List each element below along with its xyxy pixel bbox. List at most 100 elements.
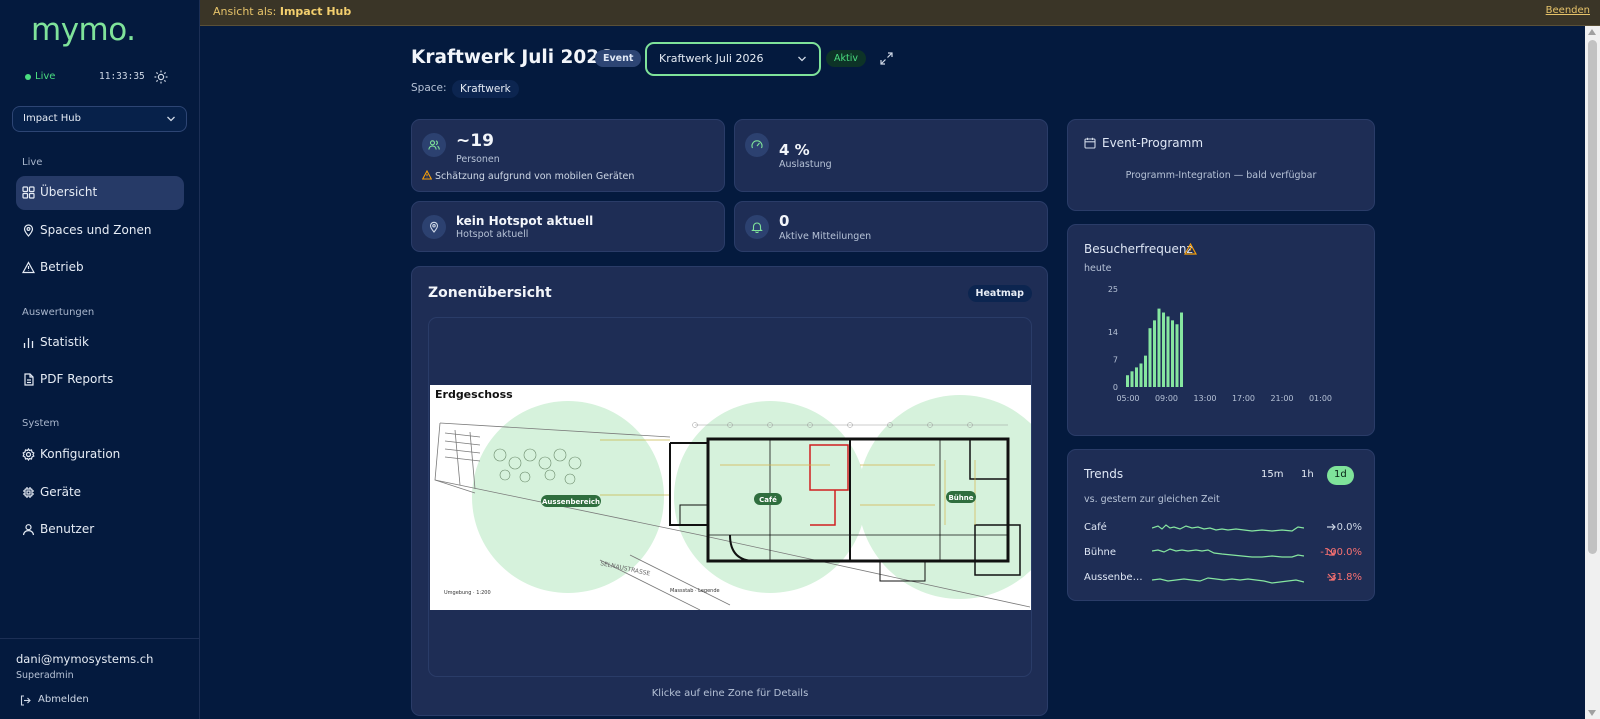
app-logo[interactable]: mymo. [31,12,136,48]
scroll-up-icon[interactable] [1588,29,1596,35]
x-tick-label: 05:00 [1116,394,1139,403]
sidebar-item-label: Spaces und Zonen [40,223,152,237]
sidebar-item-pdf-reports[interactable]: PDF Reports [16,363,184,397]
sidebar-item-spaces-und-zonen[interactable]: Spaces und Zonen [16,214,184,248]
floorplan-footnote: Umgebung · 1:200 [444,590,491,596]
organization-select-value: Impact Hub [23,113,81,124]
frequency-bar[interactable] [1162,312,1165,387]
banner-text: Ansicht als: Impact Hub [213,5,351,18]
event-type-badge: Event [595,50,642,67]
live-status-row: Live 11:33:35 [24,70,174,86]
scrollbar-thumb[interactable] [1588,40,1597,554]
hotspot-card: kein Hotspot aktuell Hotspot aktuell [411,201,725,252]
sidebar-item-label: Übersicht [40,185,98,199]
organization-select[interactable]: Impact Hub [12,106,187,132]
sidebar-item-benutzer[interactable]: Benutzer [16,513,184,547]
frequency-bar[interactable] [1180,312,1183,387]
trend-row[interactable]: Aussenbereich -31.8% [1084,570,1362,586]
trend-zone-name: Bühne [1084,547,1117,558]
hotspot-value: kein Hotspot aktuell [456,214,594,228]
heatmap-toggle[interactable]: Heatmap [967,285,1032,302]
event-select[interactable]: Kraftwerk Juli 2026 [645,42,821,76]
frequency-bar[interactable] [1171,320,1174,387]
visitor-frequency-subtitle: heute [1084,263,1112,274]
sidebar-item-konfiguration[interactable]: Konfiguration [16,438,184,472]
trends-title: Trends [1084,467,1124,481]
visitor-frequency-chart: 0 7 14 25 05:00 09:00 13:00 17:00 21:00 01:00 [1108,285,1332,403]
sidebar-item-statistik[interactable]: Statistik [16,326,184,360]
live-indicator-icon [25,74,31,80]
frequency-bar[interactable] [1175,324,1179,387]
theme-toggle-sun-icon[interactable] [154,70,168,84]
frequency-bar[interactable] [1130,371,1134,387]
frequency-bar[interactable] [1135,367,1138,387]
page-title: Kraftwerk Juli 2026 [411,47,613,68]
zone-label-cafe[interactable]: Café [759,496,777,504]
event-program-title: Event-Programm [1102,136,1204,150]
x-tick-label: 13:00 [1193,394,1216,403]
chevron-down-icon [798,56,806,62]
trend-sparkline [1152,524,1304,532]
frequency-bar[interactable] [1157,308,1161,387]
gear-icon [22,448,35,461]
chip-icon [23,487,34,498]
live-clock: 11:33:35 [99,71,145,82]
frequency-bar[interactable] [1126,375,1129,387]
sidebar-item-uebersicht[interactable]: Übersicht [16,176,184,210]
sidebar-item-geraete[interactable]: Geräte [16,476,184,510]
trend-value: -100.0% [1320,547,1362,558]
arrow-right-icon [1327,523,1336,531]
zone-overview-card: Zonenübersicht Heatmap Umgebung · 1:200 … [411,266,1048,716]
tab-15m[interactable]: 15m [1254,466,1290,485]
y-tick-label: 7 [1113,356,1118,365]
frequency-bar[interactable] [1148,328,1152,387]
map-pin-icon [422,215,446,239]
alerts-value: 0 [779,212,790,230]
frequency-bar[interactable] [1144,355,1147,387]
zone-label-aussenbereich[interactable]: Aussenbereich [542,498,600,506]
zone-label-buehne[interactable]: Bühne [948,494,973,502]
scroll-down-icon[interactable] [1588,710,1596,716]
trend-row[interactable]: Café 0.0% [1084,520,1362,536]
banner-org: Impact Hub [279,5,352,18]
end-impersonation-link[interactable]: Beenden [1546,5,1590,16]
frequency-bar[interactable] [1166,316,1170,387]
trends-range-tabs: 15m 1h 1d [1254,466,1359,486]
impersonation-banner: Ansicht als: Impact Hub Beenden [200,0,1600,26]
sidebar-item-label: Benutzer [40,522,95,536]
tab-1h[interactable]: 1h [1294,466,1321,485]
alerts-card: 0 Aktive Mitteilungen [734,201,1048,252]
live-label: Live [35,71,56,82]
gauge-icon [745,133,769,157]
map-pin-icon [23,224,34,237]
event-program-placeholder: Programm-Integration — bald verfügbar [1125,170,1317,181]
expand-icon[interactable] [880,52,893,65]
trends-card: Trends 15m 1h 1d vs. gestern zur gleiche… [1067,449,1375,601]
visitor-frequency-title: Besucherfrequenz [1084,242,1193,256]
zone-heat-buehne[interactable] [858,395,1031,599]
tab-1d[interactable]: 1d [1327,466,1354,485]
grid-icon [22,186,35,199]
frequency-bar[interactable] [1139,363,1143,387]
warning-icon [422,170,432,180]
x-tick-label: 17:00 [1232,394,1255,403]
page-scrollbar[interactable] [1585,26,1600,719]
x-tick-label: 09:00 [1155,394,1178,403]
zone-map-hint: Klicke auf eine Zone für Details [651,688,809,699]
trend-value: -31.8% [1326,572,1362,583]
y-tick-label: 25 [1108,285,1118,294]
warning-icon[interactable] [1184,243,1197,255]
space-label: Space: [411,82,447,94]
nav-section-system: System [22,418,60,429]
sidebar-item-label: PDF Reports [40,372,114,386]
trend-row[interactable]: Bühne -100.0% [1084,545,1362,561]
document-icon [24,373,34,386]
trend-zone-name: Aussenbereich [1084,572,1146,583]
y-tick-label: 0 [1113,383,1118,392]
sidebar-item-label: Statistik [40,335,89,349]
frequency-bar[interactable] [1153,320,1156,387]
zone-overview-title: Zonenübersicht [428,285,552,301]
utilization-value: 4 % [779,141,810,159]
sidebar-item-betrieb[interactable]: Betrieb [16,251,184,285]
space-chip[interactable]: Kraftwerk [452,80,519,98]
